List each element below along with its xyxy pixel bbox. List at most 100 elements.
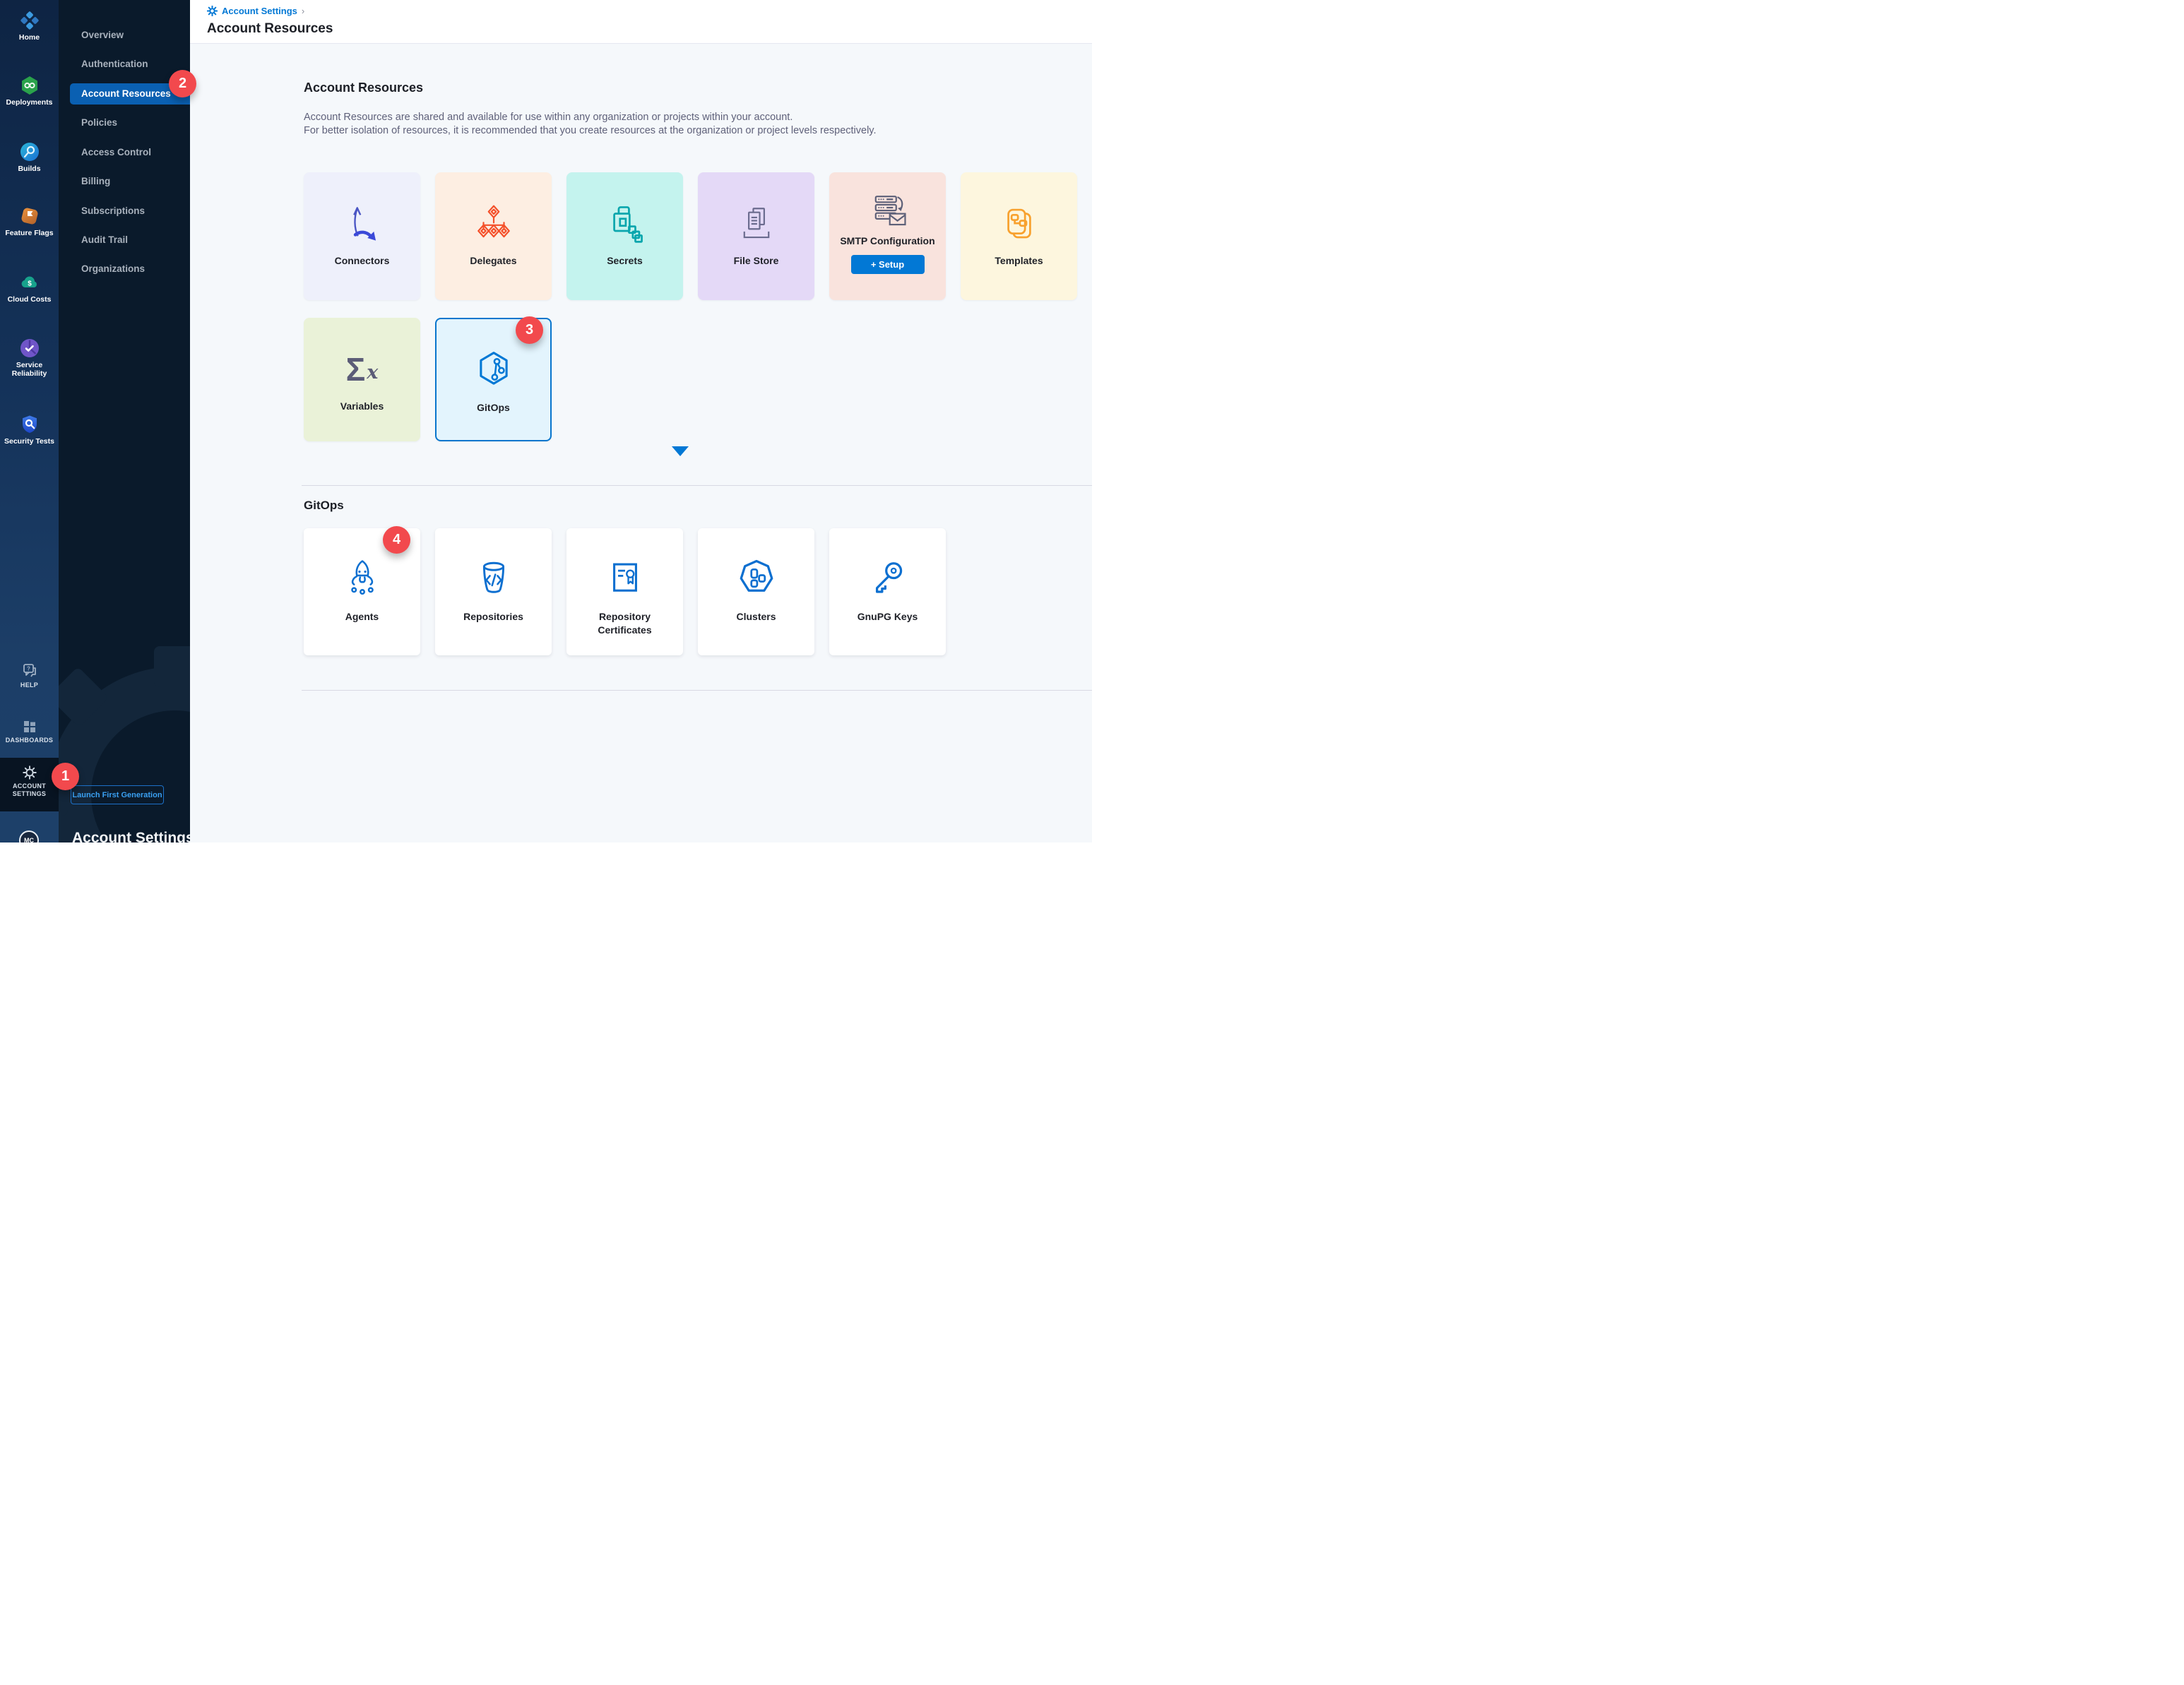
resource-card-file-store[interactable]: File Store xyxy=(698,172,814,300)
gitops-card-repositories[interactable]: Repositories xyxy=(435,528,552,655)
resource-card-connectors[interactable]: Connectors xyxy=(304,172,420,300)
gitops-card-repository-certificates[interactable]: Repository Certificates xyxy=(566,528,683,655)
launch-first-generation-button[interactable]: Launch First Generation xyxy=(71,785,164,804)
breadcrumb-gear-icon xyxy=(207,6,218,16)
card-label: Secrets xyxy=(601,254,648,268)
card-label: Variables xyxy=(335,400,390,413)
sigma-glyph: Σ xyxy=(346,353,366,386)
templates-icon xyxy=(999,203,1040,244)
card-label: Repositories xyxy=(456,610,530,624)
rail-item-builds[interactable]: Builds xyxy=(0,141,59,173)
sidebar-item-access-control[interactable]: Access Control xyxy=(70,142,190,163)
service-reliability-icon xyxy=(19,338,40,359)
connectors-icon xyxy=(342,203,383,244)
resource-card-templates[interactable]: Templates xyxy=(961,172,1077,300)
section-title: Account Resources xyxy=(304,81,423,95)
gitops-card-clusters[interactable]: Clusters xyxy=(698,528,814,655)
gitops-hexagon-icon xyxy=(473,350,514,391)
sidebar-footer-title: Account Settings xyxy=(72,830,190,842)
rail-item-cloud-costs[interactable]: $ Cloud Costs xyxy=(0,272,59,304)
section-separator xyxy=(302,485,1092,486)
rail-item-feature-flags[interactable]: Feature Flags xyxy=(0,206,59,237)
rail-item-security-tests[interactable]: Security Tests xyxy=(0,414,59,446)
page-title: Account Resources xyxy=(207,21,333,37)
security-tests-icon xyxy=(19,414,40,435)
x-glyph: x xyxy=(367,362,378,383)
gnupg-key-icon xyxy=(867,558,908,599)
harness-account-resources-page: Home Deployments Builds xyxy=(0,0,1092,842)
help-chat-icon: ? xyxy=(21,662,38,679)
rail-item-label: DASHBOARDS xyxy=(0,737,59,744)
rail-item-deployments[interactable]: Deployments xyxy=(0,75,59,107)
annotation-badge-4: 4 xyxy=(383,526,410,554)
sigma-x-icon: Σx xyxy=(346,349,379,390)
svg-text:$: $ xyxy=(28,280,32,288)
card-label: File Store xyxy=(728,254,785,268)
rail-item-help[interactable]: ? HELP xyxy=(0,662,59,689)
rail-item-service-reliability[interactable]: Service Reliability xyxy=(0,338,59,378)
sidebar-item-audit-trail[interactable]: Audit Trail xyxy=(70,230,190,251)
annotation-badge-1: 1 xyxy=(52,763,79,790)
resource-card-smtp-configuration[interactable]: SMTP Configuration + Setup xyxy=(829,172,946,300)
secrets-icon xyxy=(605,203,646,244)
gitops-expanded-caret-icon xyxy=(672,446,689,456)
deployments-icon xyxy=(19,75,40,96)
card-label: Repository Certificates xyxy=(566,610,683,637)
repository-certificates-icon xyxy=(605,558,646,599)
smtp-server-mail-icon xyxy=(867,191,908,232)
resource-card-delegates[interactable]: Delegates xyxy=(435,172,552,300)
module-rail: Home Deployments Builds xyxy=(0,0,59,842)
sidebar-item-billing[interactable]: Billing xyxy=(70,171,190,192)
rail-item-label: HELP xyxy=(0,681,59,689)
builds-icon xyxy=(19,141,40,162)
description-line-2: For better isolation of resources, it is… xyxy=(304,124,877,138)
harness-home-icon xyxy=(19,10,40,31)
card-label: Clusters xyxy=(729,610,783,624)
card-label: Templates xyxy=(989,254,1048,268)
sidebar-item-policies[interactable]: Policies xyxy=(70,112,190,133)
card-label: GitOps xyxy=(471,401,516,415)
breadcrumb: Account Settings › xyxy=(207,6,304,16)
rail-item-dashboards[interactable]: DASHBOARDS xyxy=(0,719,59,744)
account-settings-inner: ACCOUNT SETTINGS xyxy=(0,765,59,798)
cloud-costs-icon: $ xyxy=(19,272,40,293)
resource-cards-row-2: Σx Variables GitOps xyxy=(304,318,552,441)
clusters-icon xyxy=(736,558,777,599)
annotation-badge-2: 2 xyxy=(169,70,196,97)
delegates-icon xyxy=(473,203,514,244)
rail-item-label: Builds xyxy=(0,165,59,173)
card-label: Delegates xyxy=(464,254,522,268)
sidebar-item-subscriptions[interactable]: Subscriptions xyxy=(70,201,190,222)
sidebar-item-organizations[interactable]: Organizations xyxy=(70,258,190,280)
feature-flags-icon xyxy=(19,206,40,227)
gitops-section-title: GitOps xyxy=(304,499,344,513)
user-avatar[interactable]: MC xyxy=(19,830,39,842)
card-label: Connectors xyxy=(329,254,396,268)
breadcrumb-account-settings-link[interactable]: Account Settings xyxy=(222,6,297,16)
account-settings-sidebar: Overview Authentication Account Resource… xyxy=(59,0,190,842)
smtp-setup-button[interactable]: + Setup xyxy=(851,255,925,274)
resource-card-variables[interactable]: Σx Variables xyxy=(304,318,420,441)
gear-icon xyxy=(22,765,37,780)
rail-item-label: Cloud Costs xyxy=(0,295,59,304)
sidebar-item-overview[interactable]: Overview xyxy=(70,25,190,46)
resource-card-secrets[interactable]: Secrets xyxy=(566,172,683,300)
annotation-badge-3: 3 xyxy=(516,316,543,344)
card-label: GnuPG Keys xyxy=(850,610,925,624)
rail-item-label: Deployments xyxy=(0,98,59,107)
rail-item-label: ACCOUNT SETTINGS xyxy=(7,782,52,798)
section-separator xyxy=(302,690,1092,691)
rail-item-label: Feature Flags xyxy=(0,229,59,237)
agents-squid-icon xyxy=(342,558,383,599)
rail-item-account-settings-active[interactable]: ACCOUNT SETTINGS xyxy=(0,758,59,811)
rail-item-label: Service Reliability xyxy=(0,361,59,378)
section-description: Account Resources are shared and availab… xyxy=(304,111,877,138)
card-label: SMTP Configuration xyxy=(834,234,940,248)
gitops-card-gnupg-keys[interactable]: GnuPG Keys xyxy=(829,528,946,655)
rail-item-home[interactable]: Home xyxy=(0,10,59,42)
rail-item-label: Home xyxy=(0,33,59,42)
card-label: Agents xyxy=(338,610,386,624)
repositories-bucket-icon xyxy=(473,558,514,599)
sidebar-item-authentication[interactable]: Authentication xyxy=(70,54,190,75)
rail-item-label: Security Tests xyxy=(0,437,59,446)
